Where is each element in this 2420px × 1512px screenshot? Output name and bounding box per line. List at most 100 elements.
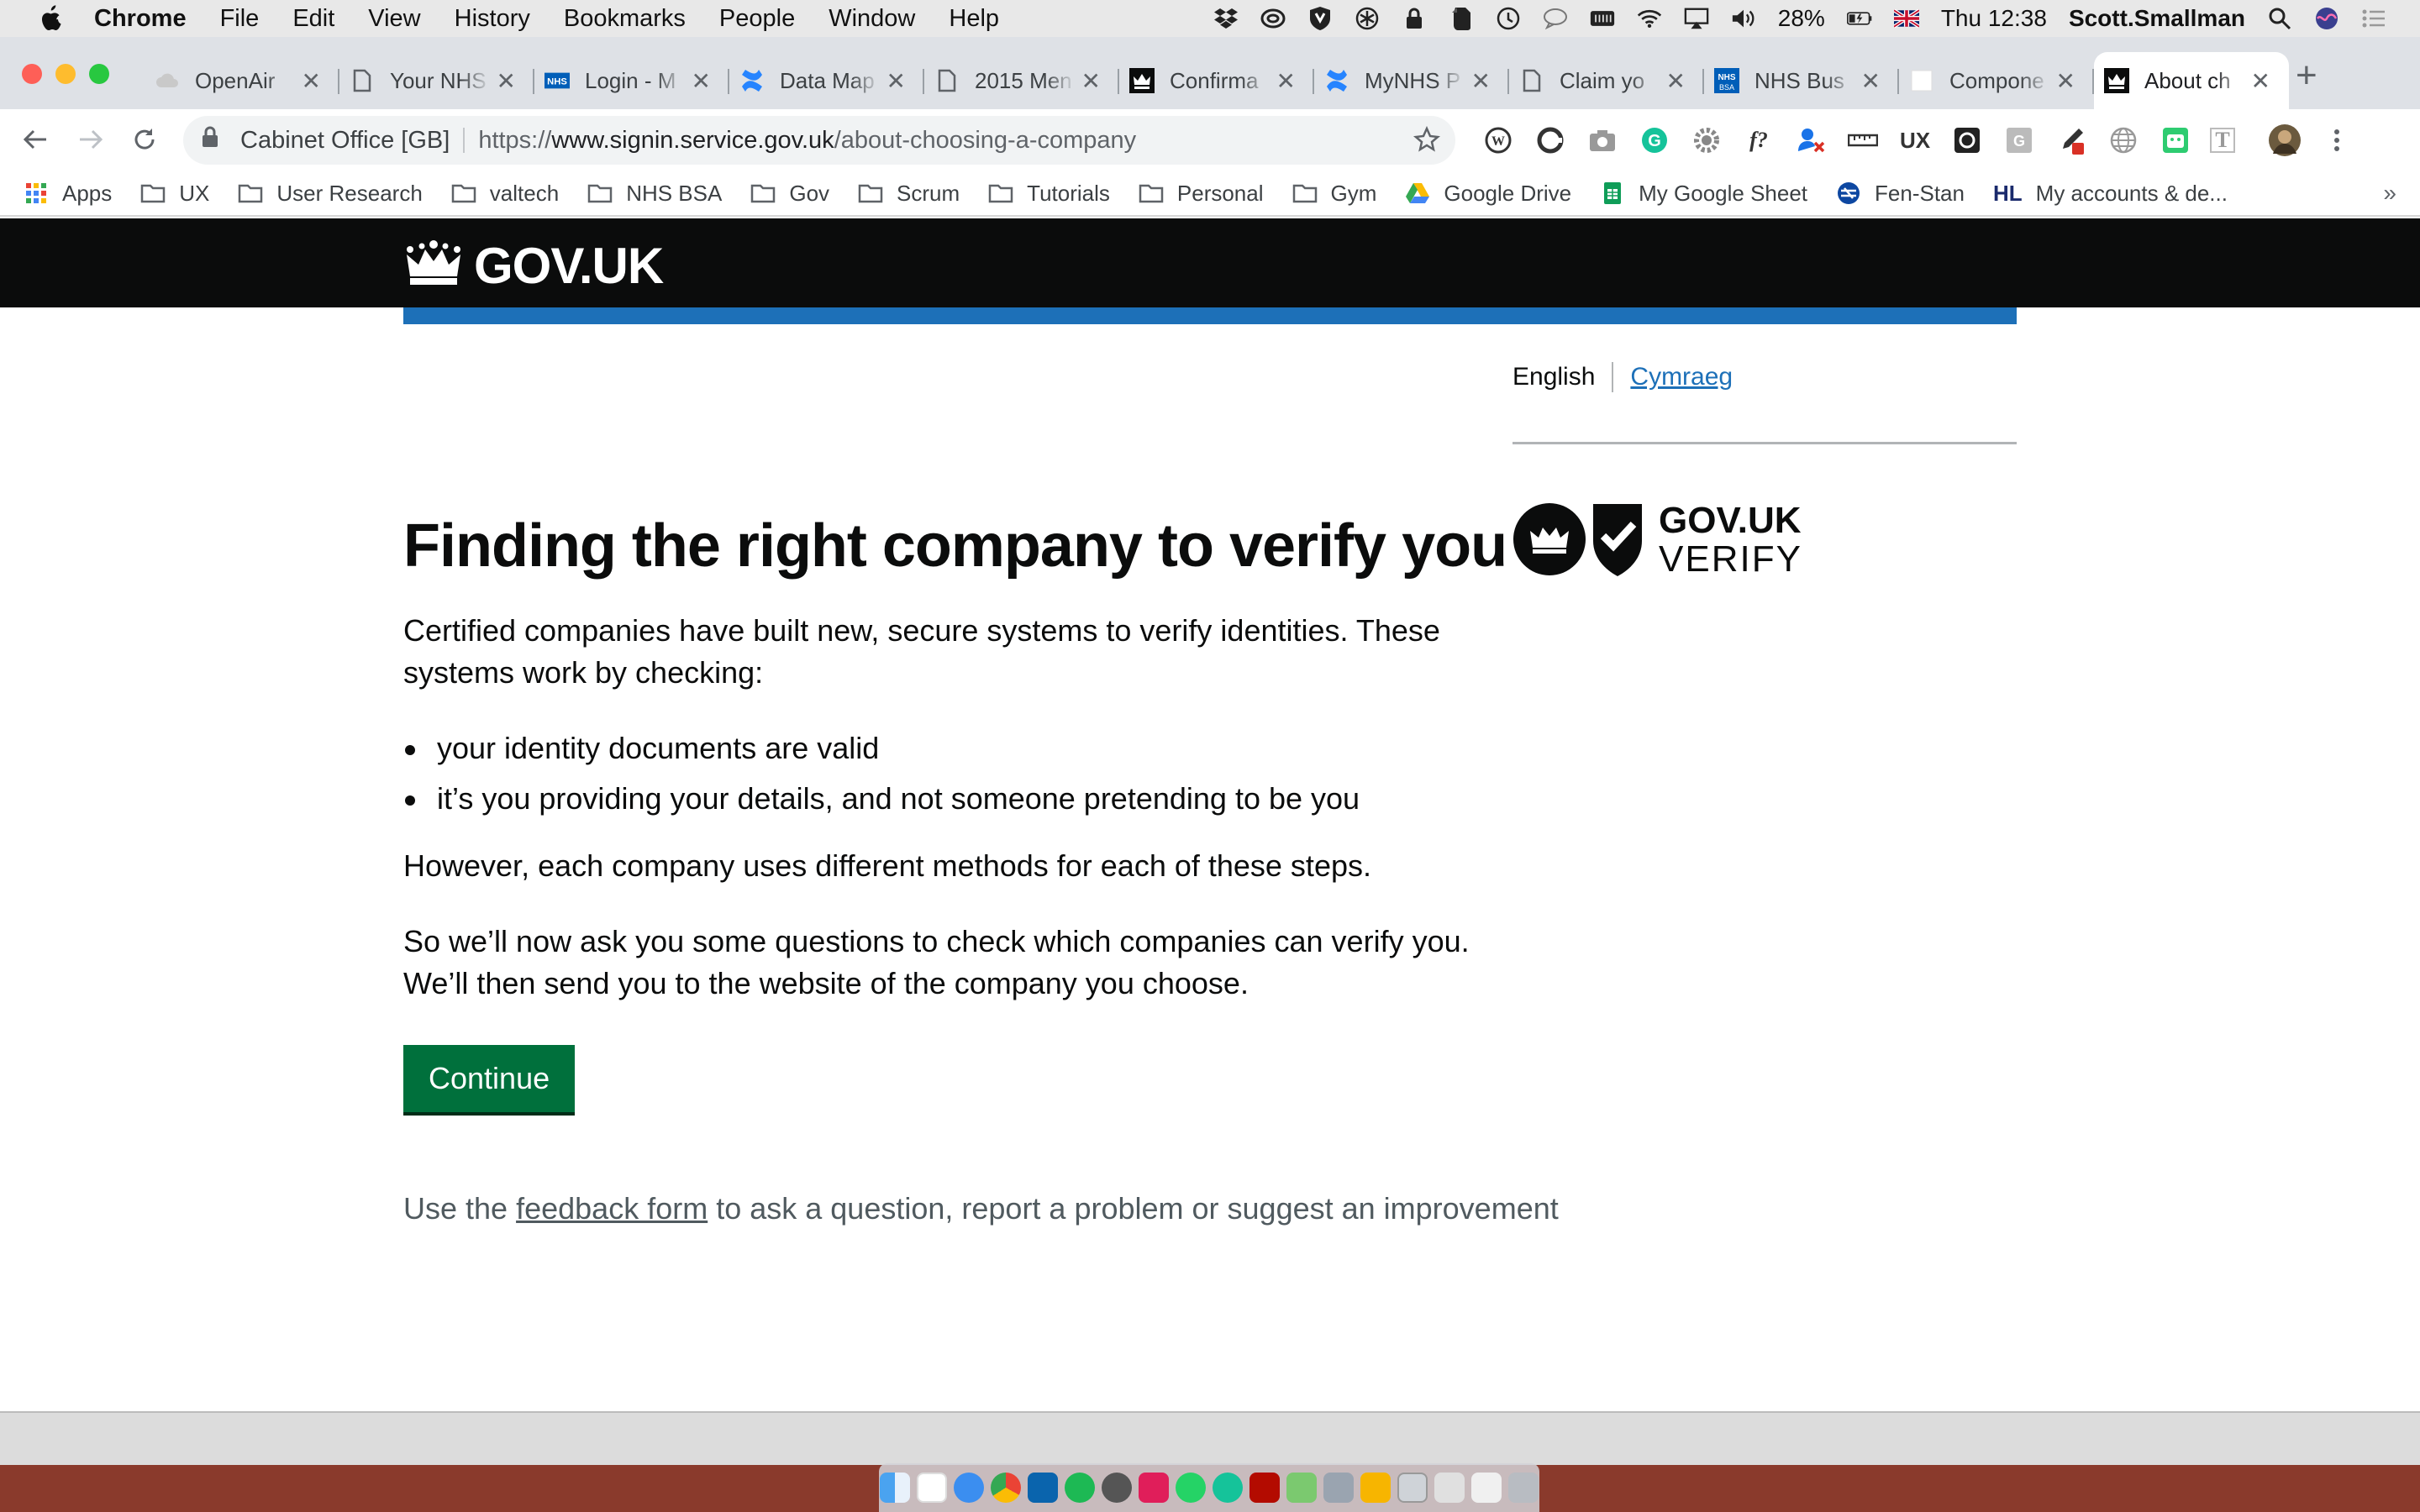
close-tab-icon[interactable]: ✕: [2056, 67, 2075, 95]
close-tab-icon[interactable]: ✕: [1666, 67, 1686, 95]
notification-center-icon[interactable]: [2361, 6, 2386, 31]
tab-about-choosing[interactable]: About ch ✕: [2094, 52, 2289, 109]
finder-icon[interactable]: [880, 1473, 910, 1503]
menu-help[interactable]: Help: [949, 5, 999, 33]
reload-icon[interactable]: [126, 121, 163, 158]
tab-login[interactable]: NHS Login - M ✕: [534, 52, 729, 109]
zoom-window-button[interactable]: [89, 64, 109, 84]
menu-people[interactable]: People: [719, 5, 795, 33]
back-arrow-icon[interactable]: [17, 121, 54, 158]
tab-mynhs[interactable]: MyNHS P ✕: [1314, 52, 1509, 109]
user-blocked-icon[interactable]: [1793, 123, 1828, 158]
screen-capture-icon[interactable]: [1949, 123, 1985, 158]
bookmarks-overflow-chevron-icon[interactable]: »: [2383, 180, 2396, 207]
feedback-form-link[interactable]: feedback form: [516, 1191, 708, 1226]
tab-confirma[interactable]: Confirma ✕: [1119, 52, 1314, 109]
airplay-icon[interactable]: [1684, 6, 1709, 31]
uk-flag-icon[interactable]: [1893, 6, 1919, 31]
close-tab-icon[interactable]: ✕: [692, 67, 711, 95]
clock-app-icon[interactable]: [1102, 1473, 1132, 1503]
outlook-icon[interactable]: [1028, 1473, 1058, 1503]
creative-cloud-icon[interactable]: [1260, 6, 1286, 31]
close-tab-icon[interactable]: ✕: [886, 67, 906, 95]
documents-stack-icon[interactable]: [1434, 1473, 1465, 1503]
battery-charging-icon[interactable]: [1846, 6, 1872, 31]
language-cymraeg-link[interactable]: Cymraeg: [1630, 363, 1733, 391]
time-machine-icon[interactable]: [1496, 6, 1521, 31]
forward-arrow-icon[interactable]: [72, 121, 109, 158]
tab-claim[interactable]: Claim yo ✕: [1509, 52, 1704, 109]
menu-edit[interactable]: Edit: [292, 5, 334, 33]
trash-icon[interactable]: [1508, 1473, 1539, 1503]
address-bar[interactable]: Cabinet Office [GB] https://www.signin.s…: [183, 116, 1455, 165]
preview-icon[interactable]: [1323, 1473, 1354, 1503]
refresh-circle-icon[interactable]: [1533, 123, 1568, 158]
wifi-icon[interactable]: [1637, 6, 1662, 31]
menubar-user[interactable]: Scott.Smallman: [2069, 5, 2245, 32]
tab-your-nhs[interactable]: Your NHS ✕: [339, 52, 534, 109]
bookmark-apps[interactable]: Apps: [24, 181, 112, 207]
tab-data-map[interactable]: Data Map ✕: [729, 52, 924, 109]
camera-icon[interactable]: [1585, 123, 1620, 158]
tab-openair[interactable]: OpenAir ✕: [145, 52, 339, 109]
bookmark-folder-user-research[interactable]: User Research: [238, 181, 423, 207]
bookmark-folder-tutorials[interactable]: Tutorials: [988, 181, 1110, 207]
spotify-icon[interactable]: [1065, 1473, 1095, 1503]
downloads-folder-icon[interactable]: [1397, 1473, 1428, 1503]
menu-view[interactable]: View: [368, 5, 420, 33]
ruler-icon[interactable]: [1845, 123, 1881, 158]
menu-history[interactable]: History: [455, 5, 530, 33]
google-translate-icon[interactable]: G: [2002, 123, 2037, 158]
new-tab-button[interactable]: +: [2296, 57, 2317, 94]
chrome-menu-icon[interactable]: [2319, 123, 2354, 158]
siri-icon[interactable]: [2314, 6, 2339, 31]
globe-icon[interactable]: [2106, 123, 2141, 158]
lock-icon[interactable]: [202, 126, 218, 155]
close-tab-icon[interactable]: ✕: [1861, 67, 1881, 95]
tab-nhs-bus[interactable]: NHS BSA NHS Bus ✕: [1704, 52, 1899, 109]
spotlight-search-icon[interactable]: [2267, 6, 2292, 31]
whatsapp-icon[interactable]: [1176, 1473, 1206, 1503]
volume-icon[interactable]: [1731, 6, 1756, 31]
sketch-icon[interactable]: [1360, 1473, 1391, 1503]
slack-icon[interactable]: [1139, 1473, 1169, 1503]
acrobat-icon[interactable]: [1249, 1473, 1280, 1503]
menu-bookmarks[interactable]: Bookmarks: [564, 5, 686, 33]
evernote-icon[interactable]: [1449, 6, 1474, 31]
bookmark-star-icon[interactable]: [1413, 125, 1440, 160]
close-tab-icon[interactable]: ✕: [1081, 67, 1101, 95]
bookmark-google-drive[interactable]: Google Drive: [1405, 181, 1571, 207]
bookmark-my-accounts[interactable]: HL My accounts & de...: [1993, 181, 2228, 207]
grammarly-app-icon[interactable]: [1213, 1473, 1243, 1503]
settings-gear-icon[interactable]: [1689, 123, 1724, 158]
close-tab-icon[interactable]: ✕: [1471, 67, 1491, 95]
bookmark-folder-personal[interactable]: Personal: [1139, 181, 1264, 207]
dropbox-icon[interactable]: [1213, 6, 1239, 31]
bookmark-folder-gym[interactable]: Gym: [1292, 181, 1376, 207]
wordpress-icon[interactable]: W: [1481, 123, 1516, 158]
close-tab-icon[interactable]: ✕: [1276, 67, 1296, 95]
minimize-window-button[interactable]: [55, 64, 76, 84]
grammarly-icon[interactable]: G: [1637, 123, 1672, 158]
snowflake-icon[interactable]: [1355, 6, 1380, 31]
messages-icon[interactable]: [954, 1473, 984, 1503]
bookmark-folder-nhs-bsa[interactable]: NHS BSA: [587, 181, 722, 207]
menu-app-chrome[interactable]: Chrome: [94, 5, 187, 33]
font-finder-icon[interactable]: f?: [1741, 123, 1776, 158]
close-tab-icon[interactable]: ✕: [497, 67, 516, 95]
chrome-icon[interactable]: [991, 1473, 1021, 1503]
close-window-button[interactable]: [22, 64, 42, 84]
bookmark-folder-ux[interactable]: UX: [140, 181, 209, 207]
tab-compone[interactable]: Compone ✕: [1899, 52, 2094, 109]
menu-window[interactable]: Window: [829, 5, 915, 33]
tab-2015-men[interactable]: 2015 Men ✕: [924, 52, 1119, 109]
chat-bubble-icon[interactable]: [1543, 6, 1568, 31]
text-tool-icon[interactable]: T: [2210, 128, 2235, 153]
lock-icon[interactable]: [1402, 6, 1427, 31]
apple-configurator-icon[interactable]: [1286, 1473, 1317, 1503]
screenshots-stack-icon[interactable]: [1471, 1473, 1502, 1503]
apple-icon[interactable]: [32, 0, 69, 37]
mcafee-shield-icon[interactable]: [1307, 6, 1333, 31]
green-face-icon[interactable]: [2158, 123, 2193, 158]
govuk-logo-link[interactable]: GOV.UK: [403, 237, 664, 295]
